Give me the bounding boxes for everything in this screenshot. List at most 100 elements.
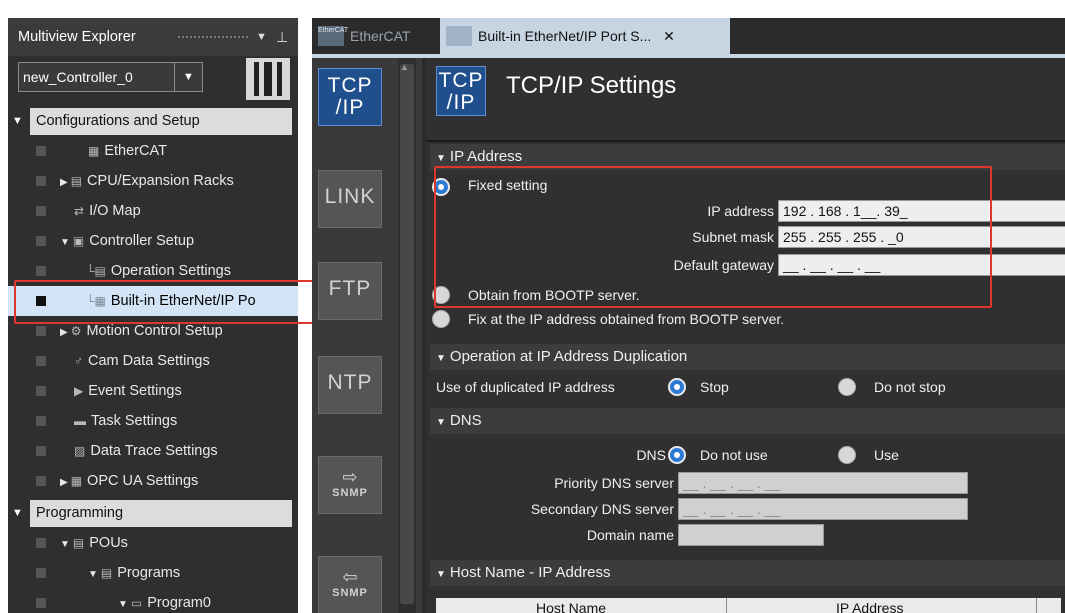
editor-area: EtherCAT EtherCAT Built-in EtherNet/IP P…: [312, 18, 1065, 613]
tree-item-builtin-ethernet[interactable]: └▦ Built-in EtherNet/IP Po: [8, 286, 298, 316]
tree-item-event-settings[interactable]: ▶ Event Settings: [8, 376, 298, 406]
multiview-explorer: Multiview Explorer ▼ ⊥ new_Controller_0 …: [8, 18, 298, 613]
rack-icon: ▤: [70, 174, 83, 188]
ip-address-column[interactable]: IP Address: [836, 598, 903, 613]
collapse-toggle-icon[interactable]: ▼: [436, 153, 446, 164]
nav-snmp-button[interactable]: ⇨ SNMP: [318, 456, 382, 514]
trace-icon: ▨: [74, 444, 86, 458]
explorer-title-bar: Multiview Explorer ▼ ⊥: [8, 18, 298, 56]
fixed-setting-radio[interactable]: [432, 178, 450, 196]
tab-ethercat[interactable]: EtherCAT EtherCAT: [312, 18, 432, 54]
settings-content: TCP/IP TCP/IP Settings ▼ IP Address Fixed…: [426, 58, 1065, 613]
ethernet-tab-icon: [446, 26, 472, 46]
dns-use-label: Use: [874, 447, 899, 463]
close-icon[interactable]: ✕: [663, 28, 675, 44]
tree-item-controller-setup[interactable]: ▼ ▣ Controller Setup: [8, 226, 298, 256]
dns-use-radio[interactable]: [838, 446, 856, 464]
bootp-radio[interactable]: [432, 286, 450, 304]
dup-nostop-label: Do not stop: [874, 379, 946, 395]
tree-item-opcua[interactable]: ▶ ▦ OPC UA Settings: [8, 466, 298, 496]
dup-stop-radio[interactable]: [668, 378, 686, 396]
controller-select-value: new_Controller_0: [23, 69, 133, 85]
default-gateway-field[interactable]: __ . __ . __ . __: [778, 254, 1065, 276]
fixed-setting-label: Fixed setting: [468, 177, 548, 193]
subnet-mask-field[interactable]: 255 . 255 . 255 . _0: [778, 226, 1065, 248]
host-name-column[interactable]: Host Name: [536, 598, 606, 613]
dns-notuse-radio[interactable]: [668, 446, 686, 464]
domain-name-field[interactable]: [678, 524, 824, 546]
chevron-down-icon[interactable]: ▼: [174, 63, 202, 91]
ethercat-tab-icon: EtherCAT: [318, 26, 348, 46]
subnet-mask-label: Subnet mask: [692, 229, 774, 245]
section-ip-duplication[interactable]: ▼ Operation at IP Address Duplication: [430, 344, 1065, 370]
ethernet-port-icon: └▦: [86, 294, 106, 308]
domain-name-label: Domain name: [586, 527, 674, 543]
nav-scroll-thumb[interactable]: [400, 64, 414, 604]
arrow-left-icon: ⇦: [342, 567, 358, 587]
secondary-dns-label: Secondary DNS server: [530, 501, 674, 517]
page-title: TCP/IP Settings: [506, 72, 677, 99]
ip-address-field[interactable]: 192 . 168 . 1__. 39_: [778, 200, 1065, 222]
collapse-toggle-icon[interactable]: ▼: [436, 569, 446, 580]
tree-item-program0[interactable]: ▼ ▭ Program0: [8, 588, 298, 613]
opcua-icon: ▦: [70, 474, 83, 488]
dup-nostop-radio[interactable]: [838, 378, 856, 396]
dns-label: DNS: [636, 447, 666, 463]
motion-icon: ⚙: [70, 324, 82, 338]
cam-icon: ♂: [74, 354, 83, 368]
nav-link-button[interactable]: LINK: [318, 170, 382, 228]
programs-icon: ▤: [100, 566, 113, 580]
collapse-toggle-icon[interactable]: ▼: [436, 353, 446, 364]
priority-dns-label: Priority DNS server: [554, 475, 674, 491]
section-ip-address[interactable]: ▼ IP Address: [430, 144, 1065, 170]
tab-builtin-ethernet[interactable]: Built-in EtherNet/IP Port S... ✕: [440, 18, 730, 54]
ip-address-label: IP address: [707, 203, 774, 219]
settings-nav-panel: TCP/IP LINK FTP NTP ⇨ SNMP ⇦ SNMP ▲: [312, 58, 422, 613]
tree-item-operation-settings[interactable]: └▤ Operation Settings: [8, 256, 298, 286]
pin-icon[interactable]: ⊥: [276, 18, 288, 56]
tree-item-cam-data[interactable]: ♂ Cam Data Settings: [8, 346, 298, 376]
controller-image-icon: [246, 58, 290, 100]
controller-select[interactable]: new_Controller_0 ▼: [18, 62, 203, 92]
default-gateway-label: Default gateway: [673, 257, 774, 273]
section-configurations[interactable]: ▼ Configurations and Setup: [8, 106, 298, 136]
collapse-toggle-icon[interactable]: ▼: [12, 106, 23, 136]
operation-settings-icon: └▤: [86, 264, 106, 278]
section-dns[interactable]: ▼ DNS: [430, 408, 1065, 434]
arrow-right-icon: ⇨: [342, 467, 358, 487]
secondary-dns-field[interactable]: __ . __ . __ . __: [678, 498, 968, 520]
header-divider: [426, 140, 1065, 142]
section-programming[interactable]: ▼ Programming: [8, 498, 298, 528]
tree-item-cpu-racks[interactable]: ▶ ▤ CPU/Expansion Racks: [8, 166, 298, 196]
bootp-fix-label: Fix at the IP address obtained from BOOT…: [468, 311, 785, 327]
tree-item-pous[interactable]: ▼ ▤ POUs: [8, 528, 298, 558]
tree-item-data-trace[interactable]: ▨ Data Trace Settings: [8, 436, 298, 466]
tree-item-programs[interactable]: ▼ ▤ Programs: [8, 558, 298, 588]
bootp-fix-radio[interactable]: [432, 310, 450, 328]
pou-icon: ▤: [72, 536, 85, 550]
program-icon: ▭: [130, 596, 143, 610]
priority-dns-field[interactable]: __ . __ . __ . __: [678, 472, 968, 494]
collapse-toggle-icon[interactable]: ▼: [12, 498, 23, 528]
nav-ftp-button[interactable]: FTP: [318, 262, 382, 320]
tree-item-io-map[interactable]: ⇄ I/O Map: [8, 196, 298, 226]
dns-notuse-label: Do not use: [700, 447, 768, 463]
controller-setup-icon: ▣: [72, 234, 85, 248]
ethercat-icon: ▦: [88, 144, 100, 158]
nav-tcpip-button[interactable]: TCP/IP: [318, 68, 382, 126]
task-icon: ▬: [74, 414, 86, 428]
duplicated-ip-label: Use of duplicated IP address: [436, 379, 615, 395]
tree-item-motion-control[interactable]: ▶ ⚙ Motion Control Setup: [8, 316, 298, 346]
chevron-down-icon[interactable]: ▼: [256, 18, 267, 56]
tree-item-ethercat[interactable]: ▦ EtherCAT: [8, 136, 298, 166]
nav-snmp-trap-button[interactable]: ⇦ SNMP: [318, 556, 382, 613]
title-grip: [178, 36, 248, 38]
dup-stop-label: Stop: [700, 379, 729, 395]
scroll-up-icon[interactable]: ▲: [400, 62, 409, 72]
collapse-toggle-icon[interactable]: ▼: [436, 417, 446, 428]
nav-ntp-button[interactable]: NTP: [318, 356, 382, 414]
tree-item-task-settings[interactable]: ▬ Task Settings: [8, 406, 298, 436]
tcpip-header-icon: TCP/IP: [436, 66, 486, 116]
section-host-name[interactable]: ▼ Host Name - IP Address: [430, 560, 1065, 586]
explorer-title: Multiview Explorer: [18, 29, 136, 45]
